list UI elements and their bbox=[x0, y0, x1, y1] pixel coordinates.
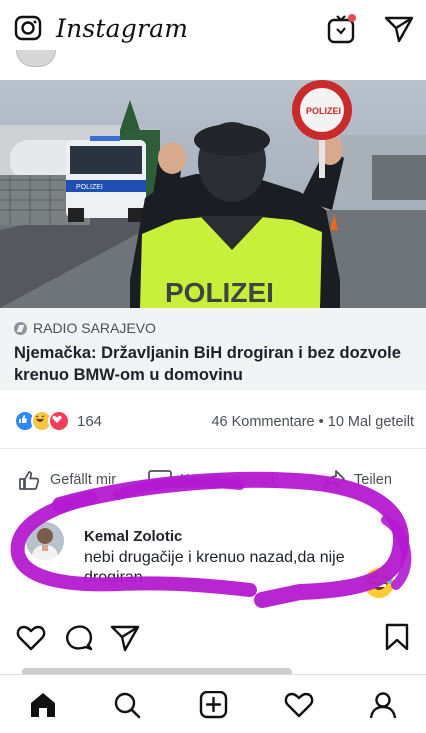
heart-icon[interactable] bbox=[16, 624, 46, 652]
comment-bubble: Kemal Zolotic nebi drugačije i krenuo na… bbox=[72, 518, 404, 598]
police-car: POLIZEI bbox=[66, 136, 146, 222]
bottom-nav bbox=[0, 674, 426, 733]
source-icon bbox=[14, 321, 27, 335]
share-icon[interactable] bbox=[110, 624, 140, 652]
add-post-icon[interactable] bbox=[198, 691, 228, 719]
reactions-count: 164 bbox=[77, 412, 103, 430]
like-button[interactable]: Gefällt mir bbox=[18, 469, 116, 491]
igtv-icon[interactable] bbox=[326, 13, 358, 45]
comment-icon[interactable] bbox=[64, 624, 94, 652]
comment: Kemal Zolotic nebi drugačije i krenuo na… bbox=[0, 506, 426, 610]
avatar bbox=[16, 50, 56, 67]
previous-post-edge bbox=[0, 50, 426, 80]
app-logo: Instagram bbox=[56, 14, 189, 43]
camera-icon[interactable] bbox=[14, 14, 42, 42]
bookmark-icon[interactable] bbox=[384, 622, 410, 652]
send-icon[interactable] bbox=[384, 15, 414, 43]
love-reaction-icon bbox=[48, 410, 70, 432]
link-headline[interactable]: Njemačka: Državljanin BiH drogiran i bez… bbox=[14, 342, 414, 386]
comment-text: nebi drugačije i krenuo nazad,da nije dr… bbox=[84, 549, 345, 586]
comments-shares-count[interactable]: 46 Kommentare • 10 Mal geteilt bbox=[211, 414, 414, 430]
share-button[interactable]: Teilen bbox=[322, 469, 392, 491]
link-preview[interactable]: RADIO SARAJEVO Njemačka: Državljanin BiH… bbox=[0, 308, 426, 390]
search-icon[interactable] bbox=[112, 691, 142, 719]
thumbs-up-icon bbox=[19, 471, 40, 490]
comment-label: Kommentieren bbox=[180, 472, 275, 488]
comment-button[interactable]: Kommentieren bbox=[148, 469, 274, 491]
commenter-avatar[interactable] bbox=[26, 522, 64, 560]
home-icon[interactable] bbox=[28, 691, 58, 719]
source-name: RADIO SARAJEVO bbox=[33, 320, 156, 336]
top-bar: Instagram bbox=[0, 0, 426, 59]
reactions-summary[interactable]: 164 bbox=[14, 410, 102, 432]
likes-line-cut bbox=[0, 662, 426, 674]
ig-post-actions bbox=[0, 610, 426, 662]
like-label: Gefällt mir bbox=[50, 472, 117, 488]
profile-icon[interactable] bbox=[368, 691, 398, 719]
post: POLIZEI POLIZEI POLIZEI RADIO SARAJEVO N… bbox=[0, 80, 426, 610]
link-source: RADIO SARAJEVO bbox=[14, 320, 156, 336]
activity-heart-icon[interactable] bbox=[284, 691, 314, 719]
fb-action-bar: Gefällt mir Kommentieren Teilen bbox=[0, 448, 426, 507]
reactions-bar: 164 46 Kommentare • 10 Mal geteilt bbox=[0, 390, 426, 448]
laughing-emoji-icon bbox=[364, 568, 394, 598]
comment-author[interactable]: Kemal Zolotic bbox=[84, 528, 182, 545]
vest-text: POLIZEI bbox=[165, 277, 274, 308]
share-arrow-icon bbox=[323, 470, 345, 490]
sign-text: POLIZEI bbox=[306, 106, 341, 116]
share-label: Teilen bbox=[354, 472, 392, 488]
car-text: POLIZEI bbox=[76, 184, 103, 191]
post-photo[interactable]: POLIZEI POLIZEI POLIZEI bbox=[0, 80, 426, 308]
comment-bubble-icon bbox=[148, 470, 172, 490]
